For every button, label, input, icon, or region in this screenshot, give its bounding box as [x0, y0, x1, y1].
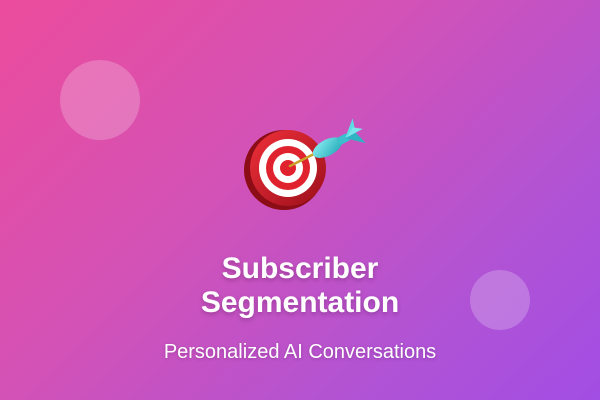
page-title-line-1: Subscriber	[221, 252, 379, 285]
decorative-bubble	[60, 60, 140, 140]
page-subtitle: Personalized AI Conversations	[163, 341, 437, 363]
target-with-dart-icon	[244, 118, 366, 210]
page-title: Subscriber Segmentation	[0, 252, 600, 320]
page-title-line-2: Segmentation	[200, 286, 400, 319]
